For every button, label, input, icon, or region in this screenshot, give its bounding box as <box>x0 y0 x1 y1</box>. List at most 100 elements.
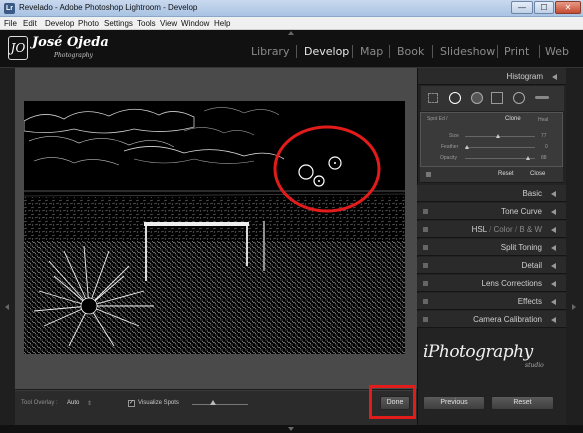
spot-close-button[interactable]: Close <box>530 171 545 177</box>
panel-switch-icon[interactable] <box>423 245 428 250</box>
feather-label: Feather <box>441 144 459 150</box>
menu-settings[interactable]: Settings <box>104 19 133 28</box>
maximize-button[interactable]: ☐ <box>534 1 554 14</box>
heal-mode[interactable]: Heal <box>538 117 548 123</box>
adjustment-brush-icon[interactable] <box>535 96 549 99</box>
spot-removal-tool-icon[interactable] <box>449 92 461 104</box>
panel-switch-icon[interactable] <box>423 317 428 322</box>
menu-window[interactable]: Window <box>181 19 209 28</box>
close-button[interactable]: ✕ <box>555 1 581 14</box>
panel-switch-icon[interactable] <box>423 281 428 286</box>
size-label: Size <box>449 133 459 139</box>
right-edge[interactable] <box>566 68 583 425</box>
feather-value[interactable]: 0 <box>545 144 548 150</box>
panel-collapse-icon[interactable] <box>552 74 557 80</box>
menu-help[interactable]: Help <box>214 19 230 28</box>
expand-filmstrip-icon[interactable] <box>288 427 294 431</box>
menu-bar: File Edit Develop Photo Settings Tools V… <box>0 17 583 30</box>
tone-curve-label: Tone Curve <box>501 207 542 216</box>
tool-overlay-dropdown-icon[interactable]: ⇕ <box>87 400 92 407</box>
tone-curve-panel-header[interactable]: Tone Curve <box>417 203 566 220</box>
panel-expand-icon[interactable] <box>551 227 556 233</box>
panel-expand-icon[interactable] <box>551 299 556 305</box>
basic-panel-header[interactable]: Basic <box>417 185 566 202</box>
menu-photo[interactable]: Photo <box>78 19 99 28</box>
panel-switch-icon[interactable] <box>423 299 428 304</box>
feather-slider[interactable] <box>465 147 535 148</box>
module-book[interactable]: Book <box>397 45 424 58</box>
visualize-spots-label: Visualize Spots <box>138 400 179 406</box>
panel-expand-icon[interactable] <box>551 191 556 197</box>
hsl-panel-header[interactable]: HSL / Color / B & W <box>417 221 566 238</box>
lens-corrections-panel-header[interactable]: Lens Corrections <box>417 275 566 292</box>
module-develop[interactable]: Develop <box>304 45 349 58</box>
panel-expand-icon[interactable] <box>551 209 556 215</box>
brush-label: Spot Ed / <box>427 116 448 122</box>
panel-expand-icon[interactable] <box>551 245 556 251</box>
visualize-threshold-slider[interactable] <box>192 404 248 405</box>
effects-panel-header[interactable]: Effects <box>417 293 566 310</box>
size-value[interactable]: 77 <box>541 133 547 139</box>
camera-calibration-label: Camera Calibration <box>473 315 542 324</box>
camera-calibration-panel-header[interactable]: Camera Calibration <box>417 311 566 328</box>
module-map[interactable]: Map <box>360 45 383 58</box>
red-eye-tool-icon[interactable] <box>471 92 483 104</box>
split-toning-panel-header[interactable]: Split Toning <box>417 239 566 256</box>
iphotography-watermark: iPhotography studio <box>417 342 566 382</box>
radial-filter-icon[interactable] <box>513 92 525 104</box>
menu-develop[interactable]: Develop <box>45 19 74 28</box>
panel-switch-icon[interactable] <box>423 227 428 232</box>
module-print[interactable]: Print <box>504 45 529 58</box>
minimize-button[interactable]: — <box>511 1 533 14</box>
size-knob[interactable] <box>496 134 500 138</box>
reset-button[interactable]: Reset <box>491 396 554 410</box>
panel-switch-icon[interactable] <box>423 263 428 268</box>
spot-removal-toggle-icon[interactable] <box>426 172 431 177</box>
collapse-right-panel-icon[interactable] <box>572 304 576 310</box>
detail-label: Detail <box>521 261 542 270</box>
opacity-value[interactable]: 88 <box>541 155 547 161</box>
panel-switch-icon[interactable] <box>423 209 428 214</box>
visualize-threshold-knob[interactable] <box>210 400 216 405</box>
menu-edit[interactable]: Edit <box>23 19 37 28</box>
tool-strip <box>421 86 564 112</box>
module-library[interactable]: Library <box>251 45 289 58</box>
feather-knob[interactable] <box>465 145 469 149</box>
hsl-tab[interactable]: HSL <box>472 225 487 234</box>
crop-tool-icon[interactable] <box>428 93 438 103</box>
histogram-label: Histogram <box>506 72 543 81</box>
previous-button[interactable]: Previous <box>423 396 485 410</box>
photo-canvas[interactable] <box>24 101 405 354</box>
left-panel-collapsed[interactable] <box>0 68 15 425</box>
spot-removal-panel: Spot Ed / Clone Heal Size 77 Feather 0 O… <box>420 112 563 167</box>
detail-panel-header[interactable]: Detail <box>417 257 566 274</box>
opacity-slider[interactable] <box>465 158 535 159</box>
panel-expand-icon[interactable] <box>551 281 556 287</box>
module-slideshow[interactable]: Slideshow <box>440 45 495 58</box>
collapse-top-panel-icon[interactable] <box>288 31 294 35</box>
expand-left-panel-icon[interactable] <box>5 304 9 310</box>
clone-mode[interactable]: Clone <box>505 116 521 122</box>
hsl-color-bw-label: HSL / Color / B & W <box>472 225 542 234</box>
panel-expand-icon[interactable] <box>551 317 556 323</box>
size-slider[interactable] <box>465 136 535 137</box>
menu-file[interactable]: File <box>4 19 17 28</box>
spot-reset-button[interactable]: Reset <box>498 171 514 177</box>
opacity-knob[interactable] <box>526 156 530 160</box>
graduated-filter-icon[interactable] <box>491 92 503 104</box>
menu-view[interactable]: View <box>160 19 177 28</box>
lightroom-app-icon: Lr <box>4 3 15 14</box>
bw-tab[interactable]: B & W <box>519 225 542 234</box>
lens-corrections-label: Lens Corrections <box>481 279 542 288</box>
panel-expand-icon[interactable] <box>551 263 556 269</box>
histogram-header[interactable]: Histogram <box>418 68 567 85</box>
menu-tools[interactable]: Tools <box>137 19 156 28</box>
window-title: Revelado - Adobe Photoshop Lightroom - D… <box>19 3 198 12</box>
module-web[interactable]: Web <box>545 45 569 58</box>
visualize-spots-image <box>24 101 405 354</box>
tool-overlay-select[interactable]: Auto <box>67 400 79 406</box>
watermark-text: iPhotography <box>423 342 533 362</box>
color-tab[interactable]: Color <box>494 225 513 234</box>
module-separator <box>539 45 540 58</box>
visualize-spots-checkbox[interactable]: ✓ <box>128 400 135 407</box>
